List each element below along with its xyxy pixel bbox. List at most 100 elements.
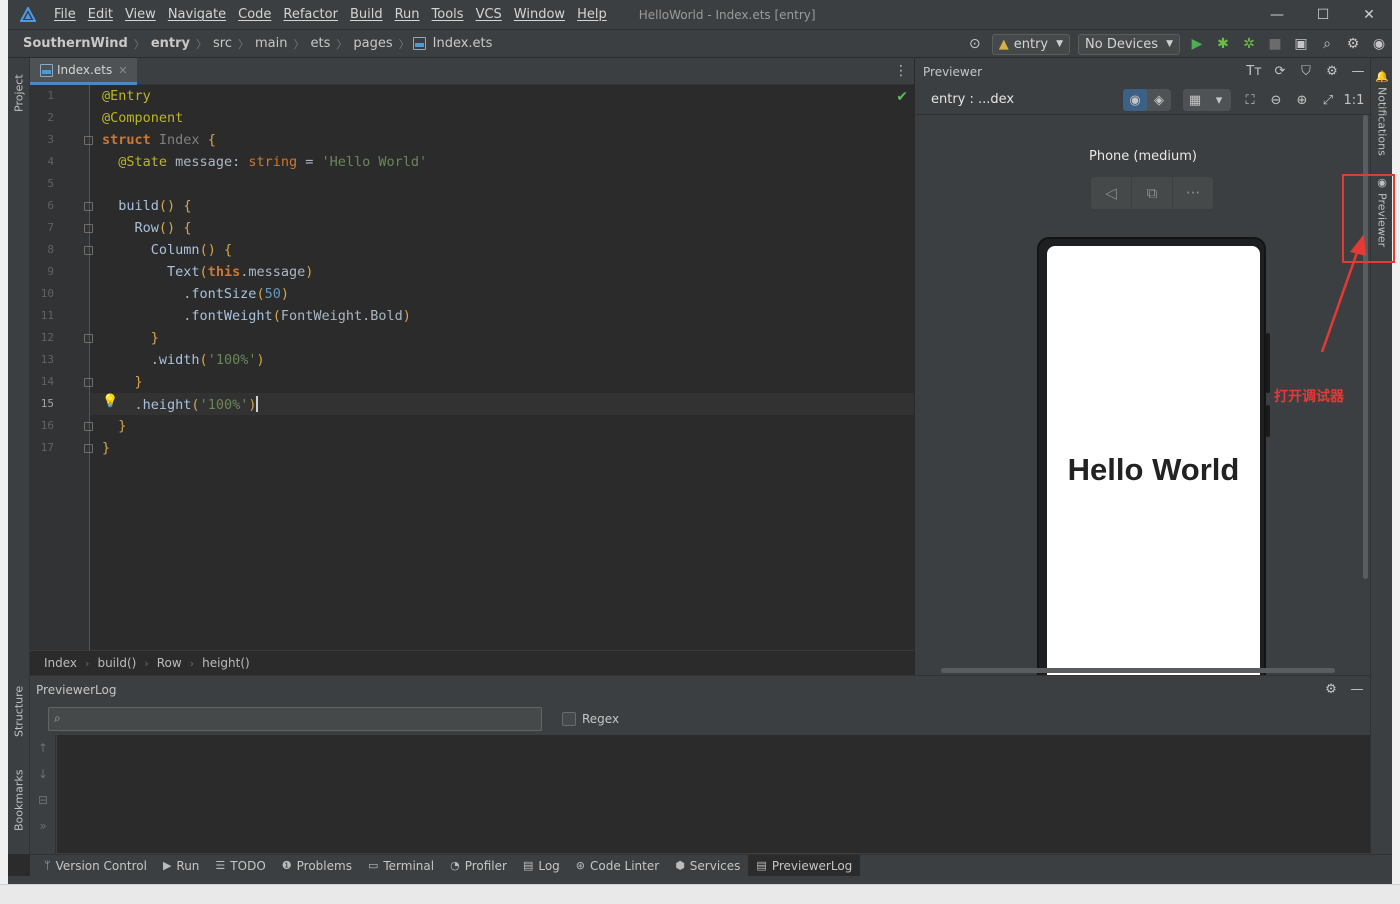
filter-icon[interactable]: ⛉ — [1293, 58, 1319, 85]
code-line[interactable]: @State message: string = 'Hello World' — [102, 154, 427, 170]
breadcrumb-ets[interactable]: ets — [308, 36, 334, 51]
arrow-up-icon[interactable]: ↑ — [30, 735, 56, 761]
attach-debugger-icon[interactable]: ✲ — [1236, 30, 1262, 58]
menu-build[interactable]: Build — [344, 0, 389, 29]
tab-project[interactable]: Project — [8, 64, 30, 122]
fit-screen-icon[interactable]: ⤢ — [1315, 87, 1341, 114]
previewer-target[interactable]: entry : ...dex — [931, 92, 1014, 107]
device-manager-icon[interactable]: ▣ — [1288, 30, 1314, 58]
menu-help[interactable]: Help — [571, 0, 613, 29]
account-icon[interactable]: ◉ — [1366, 30, 1392, 58]
tool-tab-profiler[interactable]: ◔ Profiler — [442, 855, 515, 877]
code-line[interactable]: .width('100%') — [102, 352, 265, 368]
minimize-icon[interactable]: — — [1254, 0, 1300, 29]
tool-tab-run[interactable]: ▶ Run — [155, 855, 207, 877]
maximize-icon[interactable]: ☐ — [1300, 0, 1346, 29]
menu-vcs[interactable]: VCS — [470, 0, 508, 29]
search-icon[interactable]: ⌕ — [1314, 30, 1340, 58]
zoom-in-icon[interactable]: ⊕ — [1289, 87, 1315, 114]
tab-index-ets[interactable]: Index.ets ✕ — [30, 58, 138, 85]
menu-navigate[interactable]: Navigate — [162, 0, 232, 29]
code-line[interactable]: } — [102, 374, 143, 390]
breadcrumb-module[interactable]: entry — [148, 36, 193, 51]
fold-marker-icon[interactable] — [84, 378, 93, 387]
menu-file[interactable]: File — [48, 0, 82, 29]
code-line[interactable]: build() { — [102, 198, 191, 214]
font-size-icon[interactable]: Tт — [1241, 58, 1267, 85]
layers-icon[interactable]: ◈ — [1147, 89, 1171, 111]
fold-marker-icon[interactable] — [84, 444, 93, 453]
menu-code[interactable]: Code — [232, 0, 277, 29]
tool-tab-terminal[interactable]: ▭ Terminal — [360, 855, 442, 877]
settings-icon[interactable]: ⚙ — [1340, 30, 1366, 58]
horizontal-scrollbar[interactable] — [941, 668, 1335, 673]
tab-structure[interactable]: Structure — [8, 676, 30, 746]
rotate-device-icon[interactable]: ⧉ — [1132, 177, 1173, 209]
fold-marker-icon[interactable] — [84, 224, 93, 233]
fold-marker-icon[interactable] — [84, 422, 93, 431]
menu-tools[interactable]: Tools — [426, 0, 470, 29]
breadcrumb-pages[interactable]: pages — [350, 36, 395, 51]
tool-tab-code-linter[interactable]: ⊛ Code Linter — [568, 855, 667, 877]
run-config-combo[interactable]: ▲ entry ▼ — [991, 33, 1071, 55]
log-search-input[interactable] — [48, 707, 542, 731]
tool-tab-problems[interactable]: ❶ Problems — [274, 855, 360, 877]
fold-marker-icon[interactable] — [84, 334, 93, 343]
phone-screen[interactable]: Hello World — [1047, 246, 1260, 675]
editor-crumb-row[interactable]: Row — [153, 656, 186, 670]
refresh-icon[interactable]: ⟳ — [1267, 58, 1293, 85]
code-editor[interactable]: 1 2 3 4 5 6 7 8 9 10 11 12 13 14 15 16 17 💡 ✔ @Entry @Com… — [30, 85, 914, 650]
code-line[interactable]: } — [102, 330, 159, 346]
breadcrumb-src[interactable]: src — [210, 36, 235, 51]
more-icon[interactable]: ··· — [1173, 177, 1213, 209]
code-line[interactable]: Row() { — [102, 220, 192, 236]
debug-icon[interactable]: ✱ — [1210, 30, 1236, 58]
code-line[interactable]: Text(this.message) — [102, 264, 313, 280]
fold-marker-icon[interactable] — [84, 136, 93, 145]
fold-marker-icon[interactable] — [84, 246, 93, 255]
tab-bookmarks[interactable]: Bookmarks — [8, 760, 30, 840]
expand-icon[interactable]: » — [30, 813, 56, 839]
menu-view[interactable]: View — [119, 0, 162, 29]
tab-notifications[interactable]: 🔔 Notifications — [1371, 68, 1392, 158]
eye-icon[interactable]: ◉ — [1123, 89, 1147, 111]
editor-crumb-height[interactable]: height() — [198, 656, 254, 670]
soft-wrap-icon[interactable]: ⊟ — [30, 787, 56, 813]
inspection-ok-icon[interactable]: ✔ — [896, 89, 908, 105]
hide-panel-icon[interactable]: — — [1344, 676, 1370, 703]
tool-tab-todo[interactable]: ☰ TODO — [207, 855, 273, 877]
breadcrumb-file[interactable]: Index.ets — [430, 36, 496, 51]
settings-icon[interactable]: ⚙ — [1318, 676, 1344, 703]
log-output[interactable] — [57, 735, 1370, 853]
settings-icon[interactable]: ⚙ — [1319, 58, 1345, 85]
code-line[interactable]: .fontWeight(FontWeight.Bold) — [102, 308, 411, 324]
menu-window[interactable]: Window — [508, 0, 571, 29]
editor-crumb-build[interactable]: build() — [93, 656, 140, 670]
fold-marker-icon[interactable] — [84, 202, 93, 211]
close-tab-icon[interactable]: ✕ — [118, 64, 127, 77]
menu-run[interactable]: Run — [389, 0, 426, 29]
code-line[interactable]: } — [102, 440, 110, 456]
tool-tab-previewer-log[interactable]: ▤ PreviewerLog — [748, 854, 861, 877]
regex-checkbox[interactable] — [562, 712, 576, 726]
breadcrumb-main[interactable]: main — [252, 36, 290, 51]
code-line[interactable]: .height('100%') — [102, 396, 259, 413]
code-line[interactable]: .fontSize(50) — [102, 286, 289, 302]
menu-refactor[interactable]: Refactor — [277, 0, 344, 29]
more-options-icon[interactable]: ⋮ — [894, 58, 908, 85]
code-line[interactable]: @Entry — [102, 88, 151, 104]
tool-tab-version-control[interactable]: ᛘ Version Control — [36, 855, 155, 877]
zoom-out-icon[interactable]: ⊖ — [1263, 87, 1289, 114]
regex-option[interactable]: Regex — [562, 712, 619, 726]
editor-crumb-index[interactable]: Index — [40, 656, 81, 670]
tool-tab-services[interactable]: ⬢ Services — [667, 855, 748, 877]
hide-panel-icon[interactable]: — — [1345, 58, 1370, 85]
breadcrumb-project[interactable]: SouthernWind — [20, 36, 131, 51]
target-icon[interactable]: ⊙ — [962, 30, 988, 58]
tool-tab-log[interactable]: ▤ Log — [515, 855, 568, 877]
code-line[interactable]: struct Index { — [102, 132, 216, 148]
back-icon[interactable]: ◁ — [1091, 177, 1132, 209]
close-icon[interactable]: ✕ — [1346, 0, 1392, 29]
menu-edit[interactable]: Edit — [82, 0, 119, 29]
arrow-down-icon[interactable]: ↓ — [30, 761, 56, 787]
